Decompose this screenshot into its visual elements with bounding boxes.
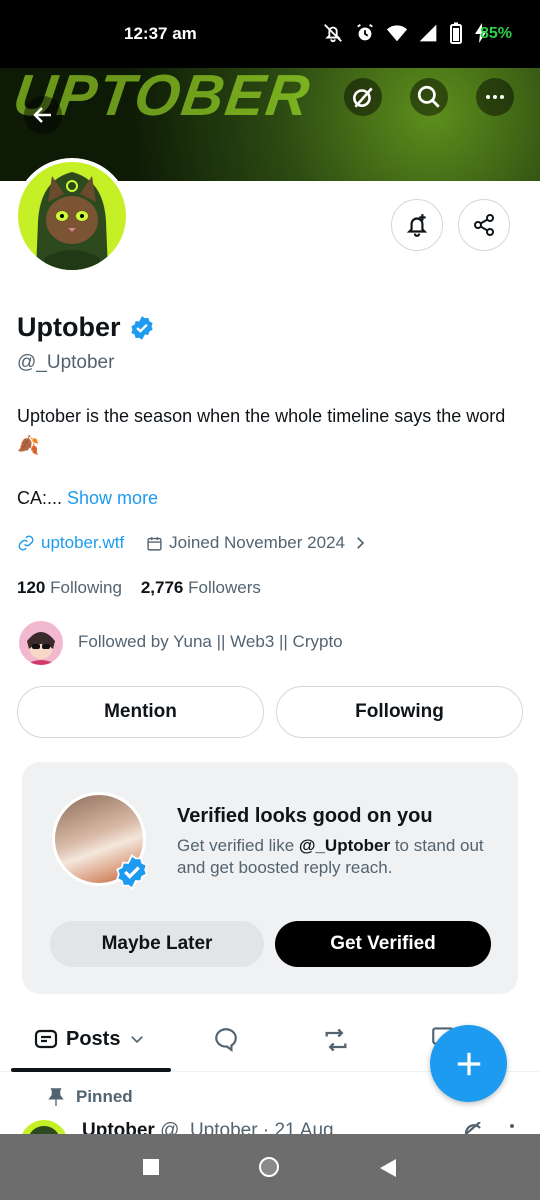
battery-icon bbox=[450, 22, 462, 44]
calendar-icon bbox=[147, 536, 162, 551]
promo-desc-prefix: Get verified like bbox=[177, 836, 299, 855]
maybe-later-button[interactable]: Maybe Later bbox=[50, 921, 264, 967]
profile-handle: @_Uptober bbox=[17, 352, 115, 373]
get-verified-button[interactable]: Get Verified bbox=[275, 921, 491, 967]
bell-off-icon bbox=[324, 24, 342, 43]
followed-by-text[interactable]: Followed by Yuna || Web3 || Crypto bbox=[78, 632, 343, 652]
pin-icon bbox=[48, 1088, 64, 1106]
tab-replies-icon[interactable] bbox=[213, 1026, 239, 1052]
grok-icon[interactable] bbox=[462, 1122, 486, 1134]
tab-posts-label: Posts bbox=[66, 1027, 121, 1050]
link-icon bbox=[18, 535, 34, 551]
following-count: 120 bbox=[17, 578, 46, 597]
back-nav-button[interactable] bbox=[378, 1158, 398, 1178]
maybe-later-label: Maybe Later bbox=[101, 933, 213, 954]
grok-button[interactable] bbox=[344, 78, 382, 116]
more-options-button[interactable] bbox=[476, 78, 514, 116]
battery-percent: 85% bbox=[480, 25, 513, 42]
following-button[interactable]: Following bbox=[276, 686, 523, 738]
follow-stats: 120 Following 2,776 Followers bbox=[17, 578, 261, 598]
profile-meta: uptober.wtf Joined November 2024 bbox=[17, 533, 369, 553]
profile-bio: Uptober is the season when the whole tim… bbox=[17, 402, 527, 460]
pinned-label: Pinned bbox=[48, 1087, 133, 1107]
verified-promo-card: Verified looks good on you Get verified … bbox=[22, 762, 518, 994]
pinned-text: Pinned bbox=[76, 1087, 133, 1106]
bio-ca-line: CA:... Show more bbox=[17, 488, 158, 509]
status-time: 12:37 am bbox=[124, 24, 197, 43]
signal-icon bbox=[419, 24, 437, 42]
website-link[interactable]: uptober.wtf bbox=[41, 533, 124, 553]
compose-button[interactable] bbox=[430, 1025, 507, 1102]
verified-badge-icon bbox=[116, 854, 148, 890]
followers-stat[interactable]: 2,776 Followers bbox=[141, 578, 261, 597]
tweet-handle-date: @_Uptober · 21 Aug bbox=[160, 1120, 334, 1134]
bio-text: Uptober is the season when the whole tim… bbox=[17, 406, 506, 426]
chevron-down-icon bbox=[131, 1036, 144, 1044]
following-stat[interactable]: 120 Following bbox=[17, 578, 122, 597]
share-button[interactable] bbox=[458, 199, 510, 251]
promo-title: Verified looks good on you bbox=[177, 805, 433, 827]
promo-description: Get verified like @_Uptober to stand out… bbox=[177, 835, 497, 879]
posts-icon bbox=[34, 1029, 58, 1049]
recents-button[interactable] bbox=[143, 1159, 159, 1175]
avatar-image bbox=[18, 162, 126, 270]
followers-count: 2,776 bbox=[140, 578, 184, 597]
tab-posts[interactable]: Posts bbox=[34, 1027, 146, 1051]
following-label: Following bbox=[50, 578, 122, 597]
grok-icon bbox=[353, 87, 373, 108]
follower-avatar[interactable] bbox=[19, 621, 63, 665]
wifi-icon bbox=[386, 25, 408, 42]
tweet-avatar[interactable] bbox=[20, 1120, 68, 1134]
tweet-author[interactable]: Uptober bbox=[82, 1120, 155, 1134]
tab-reposts-icon[interactable] bbox=[322, 1026, 350, 1054]
display-name: Uptober bbox=[17, 312, 121, 342]
tweet-more-icon[interactable] bbox=[506, 1122, 518, 1134]
chevron-right-icon[interactable] bbox=[351, 534, 369, 552]
profile-avatar[interactable] bbox=[14, 158, 130, 274]
following-button-label: Following bbox=[355, 701, 444, 722]
verified-badge-icon[interactable] bbox=[129, 315, 155, 341]
tweet-header: Uptober @_Uptober · 21 Aug bbox=[82, 1120, 382, 1134]
ca-text: CA:... bbox=[17, 488, 63, 508]
mention-button[interactable]: Mention bbox=[17, 686, 264, 738]
profile-name: Uptober bbox=[17, 312, 155, 343]
back-button[interactable] bbox=[24, 96, 62, 134]
search-icon bbox=[417, 85, 440, 108]
more-horizontal-icon bbox=[486, 95, 504, 99]
promo-desc-handle: @_Uptober bbox=[298, 836, 391, 855]
joined-date: Joined November 2024 bbox=[169, 533, 345, 552]
home-button[interactable] bbox=[259, 1157, 279, 1177]
leaf-emoji: 🍂 bbox=[17, 435, 40, 455]
bell-plus-icon bbox=[406, 214, 428, 237]
mention-label: Mention bbox=[104, 701, 177, 722]
plus-icon bbox=[457, 1052, 480, 1075]
alarm-icon bbox=[357, 23, 373, 41]
status-bar: 12:37 am 85% bbox=[0, 0, 540, 68]
status-icons bbox=[322, 22, 488, 44]
show-more-link[interactable]: Show more bbox=[67, 488, 158, 508]
notify-button[interactable] bbox=[391, 199, 443, 251]
followers-label: Followers bbox=[188, 578, 261, 597]
system-nav-bar bbox=[0, 1134, 540, 1200]
get-verified-label: Get Verified bbox=[330, 933, 436, 954]
arrow-left-icon bbox=[33, 107, 51, 123]
share-icon bbox=[474, 214, 494, 236]
search-button[interactable] bbox=[410, 78, 448, 116]
active-tab-indicator bbox=[11, 1068, 171, 1072]
